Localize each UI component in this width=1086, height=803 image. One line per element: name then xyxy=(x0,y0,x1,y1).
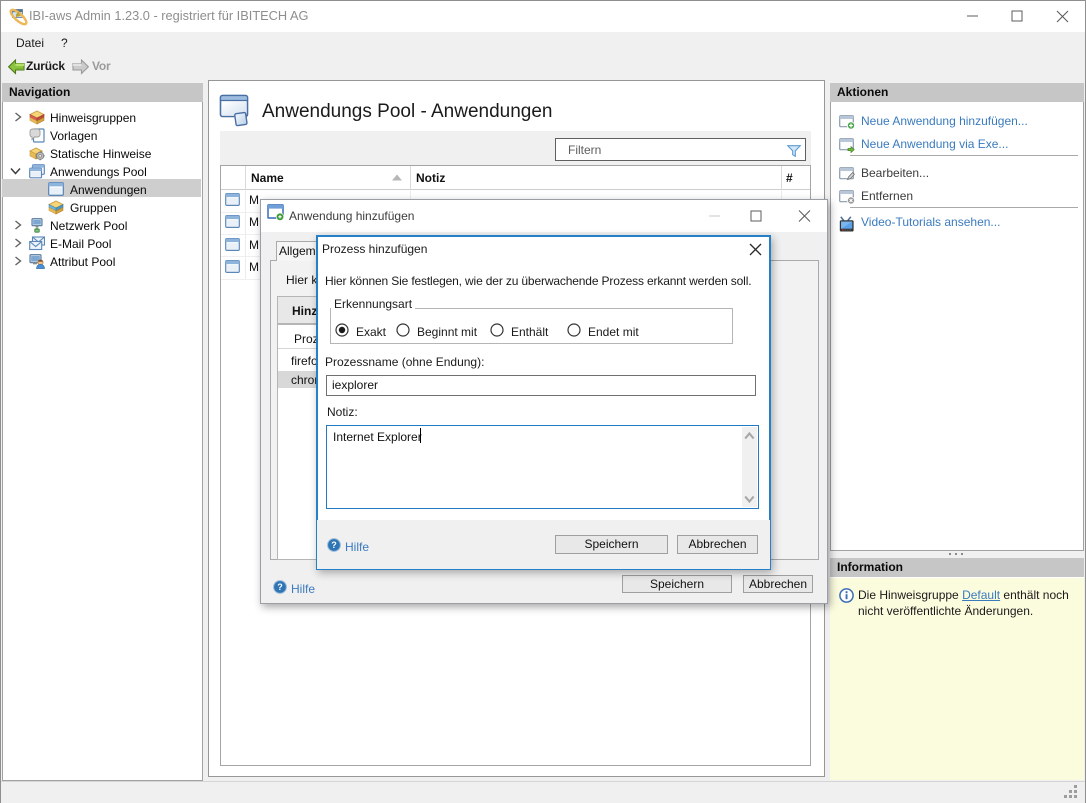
svg-text:?: ? xyxy=(277,582,283,592)
svg-text:?: ? xyxy=(331,540,337,550)
